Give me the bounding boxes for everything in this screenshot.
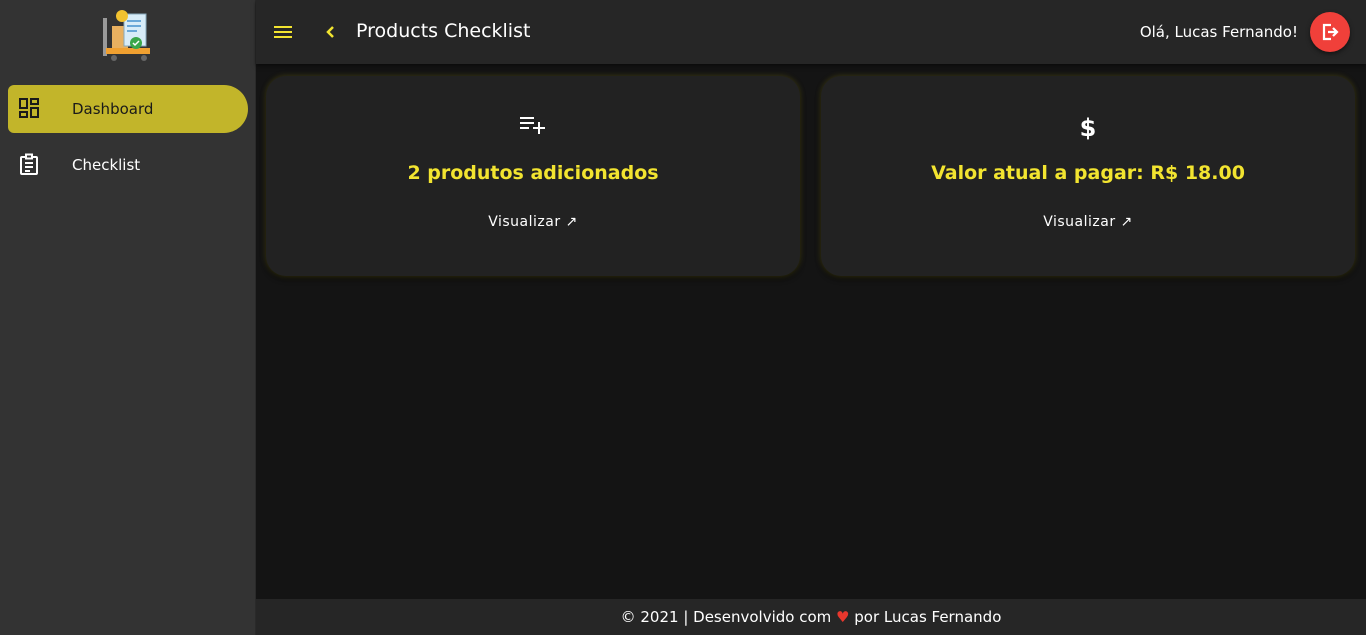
- sidebar: Dashboard Checklist: [0, 0, 256, 635]
- playlist-add-icon: [519, 114, 547, 142]
- logout-button[interactable]: [1310, 12, 1350, 52]
- view-link-label: Visualizar: [488, 214, 561, 230]
- view-link[interactable]: Visualizar ↗: [821, 214, 1355, 230]
- products-added-card: 2 produtos adicionados Visualizar ↗: [266, 76, 800, 276]
- svg-text:$: $: [1080, 114, 1097, 140]
- sidebar-item-dashboard[interactable]: Dashboard: [8, 85, 248, 133]
- amount-to-pay-card: $ Valor atual a pagar: R$ 18.00 Visualiz…: [821, 76, 1355, 276]
- dashboard-icon: [18, 97, 40, 121]
- page-title: Products Checklist: [356, 20, 531, 42]
- footer-prefix: © 2021 | Desenvolvido com: [620, 608, 832, 626]
- view-link[interactable]: Visualizar ↗: [266, 214, 800, 230]
- app-logo-icon: [100, 8, 158, 64]
- dollar-icon: $: [1078, 114, 1098, 144]
- chevron-left-icon[interactable]: [323, 22, 339, 42]
- top-app-bar: Products Checklist Olá, Lucas Fernando!: [256, 0, 1366, 64]
- sidebar-item-label: Checklist: [72, 156, 141, 174]
- footer: © 2021 | Desenvolvido com ♥ por Lucas Fe…: [256, 599, 1366, 635]
- card-title: 2 produtos adicionados: [407, 162, 659, 184]
- card-title: Valor atual a pagar: R$ 18.00: [931, 162, 1245, 184]
- user-greeting: Olá, Lucas Fernando!: [1139, 23, 1298, 41]
- sidebar-item-label: Dashboard: [72, 100, 154, 118]
- logout-icon: [1322, 23, 1339, 41]
- sidebar-item-checklist[interactable]: Checklist: [8, 141, 248, 189]
- menu-icon[interactable]: [273, 22, 295, 42]
- arrow-up-right-icon: ↗: [1120, 214, 1133, 230]
- view-link-label: Visualizar: [1043, 214, 1116, 230]
- clipboard-icon: [18, 153, 40, 177]
- arrow-up-right-icon: ↗: [565, 214, 578, 230]
- heart-icon: ♥: [836, 608, 850, 626]
- footer-suffix: por Lucas Fernando: [854, 608, 1002, 626]
